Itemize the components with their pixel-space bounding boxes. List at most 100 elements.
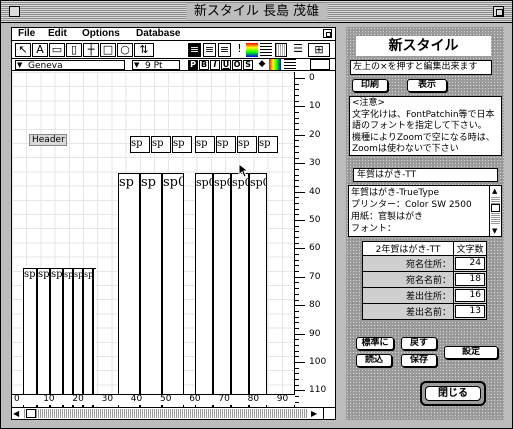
scroll-down-arrow-icon[interactable]: ▼ [492,227,497,235]
vertical-ruler: 0 10 20 30 40 50 60 70 80 90 100 110 [294,72,335,410]
sp-column[interactable]: sp [83,268,93,410]
align-left-icon[interactable]: ≡ [188,43,201,57]
size-select[interactable]: 9 Pt [132,60,180,71]
ruler-label: 0 [14,394,20,404]
scroll-left-arrow-icon[interactable]: ◀ [13,409,19,418]
align-right-icon[interactable]: ≡ [218,43,231,57]
menu-database[interactable]: Database [136,28,180,40]
oval-tool-icon[interactable]: ○ [117,43,133,57]
box-tool-icon[interactable]: ▯ [66,43,82,57]
sp-column[interactable]: sp [23,268,37,410]
font-select[interactable]: Geneva [15,60,125,71]
sp-field[interactable]: sp [151,136,171,153]
line-weight-icon[interactable] [260,43,272,57]
sp-column[interactable]: sp [63,268,73,410]
text-tool-icon[interactable]: A [32,43,48,57]
sp-field[interactable]: sp [237,136,257,153]
sp-column[interactable]: sp [50,268,63,410]
horizontal-scrollbar[interactable]: ◀ ▶ [12,407,335,419]
sp-column[interactable]: sp [118,173,140,410]
ruler-minor-tick [295,95,299,97]
style-outline-button[interactable]: O [232,60,242,70]
sp-column[interactable]: sp [37,268,50,410]
line-tool-icon[interactable]: ┼ [83,43,99,57]
load-button[interactable]: 読込 [356,354,392,367]
ruler-minor-tick [295,293,299,295]
pen-icon[interactable]: ! [235,43,244,57]
scroll-track[interactable] [24,409,308,418]
field-tool-icon[interactable]: ▭ [49,43,65,57]
menu-zoom-box[interactable] [323,29,332,38]
save-button[interactable]: 保存 [401,354,437,367]
row-label: 差出名前： [362,303,454,320]
template-info-list[interactable]: 年賀はがき-TrueType プリンター：Color SW 2500 用紙：官製… [348,185,502,237]
sp-column[interactable]: sp [140,173,162,410]
ruler-label: 10 [309,101,321,112]
line-style-icon[interactable]: ☰ [292,43,304,57]
scroll-up-arrow-icon[interactable]: ▲ [492,187,497,195]
pattern-icon[interactable] [275,43,287,57]
count-input[interactable]: 24 [455,257,485,270]
align-center-icon[interactable]: ≡ [203,43,216,57]
ruler-minor-tick [295,322,299,324]
panel-title: 新スタイル [356,36,491,56]
border-style-icon[interactable] [284,59,296,70]
blank-swatch[interactable] [310,59,330,70]
style-bold-button[interactable]: B [199,60,209,70]
info-scrollbar[interactable]: ▲ ▼ [489,186,501,236]
sp-field[interactable]: sp [130,136,150,153]
style-shadow-button[interactable]: S [243,60,253,70]
ruler-minor-tick [295,327,299,329]
scroll-right-arrow-icon[interactable]: ▶ [311,409,317,418]
menu-edit[interactable]: Edit [48,28,67,40]
zoom-box[interactable] [493,6,504,17]
color-palette-icon[interactable] [246,43,258,57]
sp-column[interactable]: sp0 [249,173,267,410]
style-plain-button[interactable]: P [188,60,198,70]
close-button[interactable]: 閉じる [420,381,486,406]
count-input[interactable]: 16 [455,289,485,302]
settings-button[interactable]: 設定 [444,346,498,359]
style-underline-button[interactable]: U [221,60,231,70]
text-color-icon[interactable] [269,59,281,70]
rectangle-tool-icon[interactable]: □ [100,43,116,57]
sp-column[interactable]: sp0 [231,173,249,410]
menu-options[interactable]: Options [82,28,120,40]
count-input[interactable]: 18 [455,273,485,286]
template-name-field[interactable]: 年賀はがき-TT [353,168,498,182]
format-bar: Geneva 9 Pt P B I U O S ◆ [12,59,335,71]
grow-box[interactable] [323,408,335,419]
sp-field[interactable]: sp [216,136,236,153]
sp-field[interactable]: sp [258,136,278,153]
sp-column-edge[interactable] [93,268,96,410]
arrow-tool-icon[interactable]: ↖ [15,43,31,57]
info-scroll-thumb[interactable] [491,204,500,212]
title-bar[interactable]: 新スタイル 長島 茂雄 [1,1,512,23]
ruler-major-tick [295,333,305,335]
close-box[interactable] [9,6,20,17]
style-italic-button[interactable]: I [210,60,220,70]
revert-button[interactable]: 戻す [401,337,437,350]
ruler-minor-tick [295,208,299,210]
sp-column[interactable]: sp [73,268,83,410]
ruler-minor-tick [295,242,299,244]
sp-field[interactable]: sp [172,136,192,153]
scroll-thumb[interactable] [26,409,36,418]
fill-icon[interactable]: ◆ [257,59,267,70]
ruler-label: 50 [160,394,172,404]
ruler-minor-tick [295,157,299,159]
print-button[interactable]: 印刷 [352,79,388,92]
align-tool-icon[interactable]: ⇅ [134,43,154,57]
sp-column[interactable]: sp0 [195,173,213,410]
menu-file[interactable]: File [18,28,35,40]
layout-canvas[interactable]: Header sp sp sp sp sp sp sp sp sp sp0 sp… [12,72,310,410]
display-button[interactable]: 表示 [407,79,447,92]
grid-icon[interactable]: ⊞ [308,43,330,57]
sp-column[interactable]: sp0 [162,173,184,410]
reset-standard-button[interactable]: 標準に [356,337,394,350]
sp-column[interactable]: sp0 [213,173,231,410]
sp-field[interactable]: sp [195,136,215,153]
count-input[interactable]: 13 [455,305,485,318]
tool-bar: ↖ A ▭ ▯ ┼ □ ○ ⇅ ≡ ≡ ≡ ! ☰ ⊞ [12,41,335,59]
ruler-major-tick [295,163,305,165]
